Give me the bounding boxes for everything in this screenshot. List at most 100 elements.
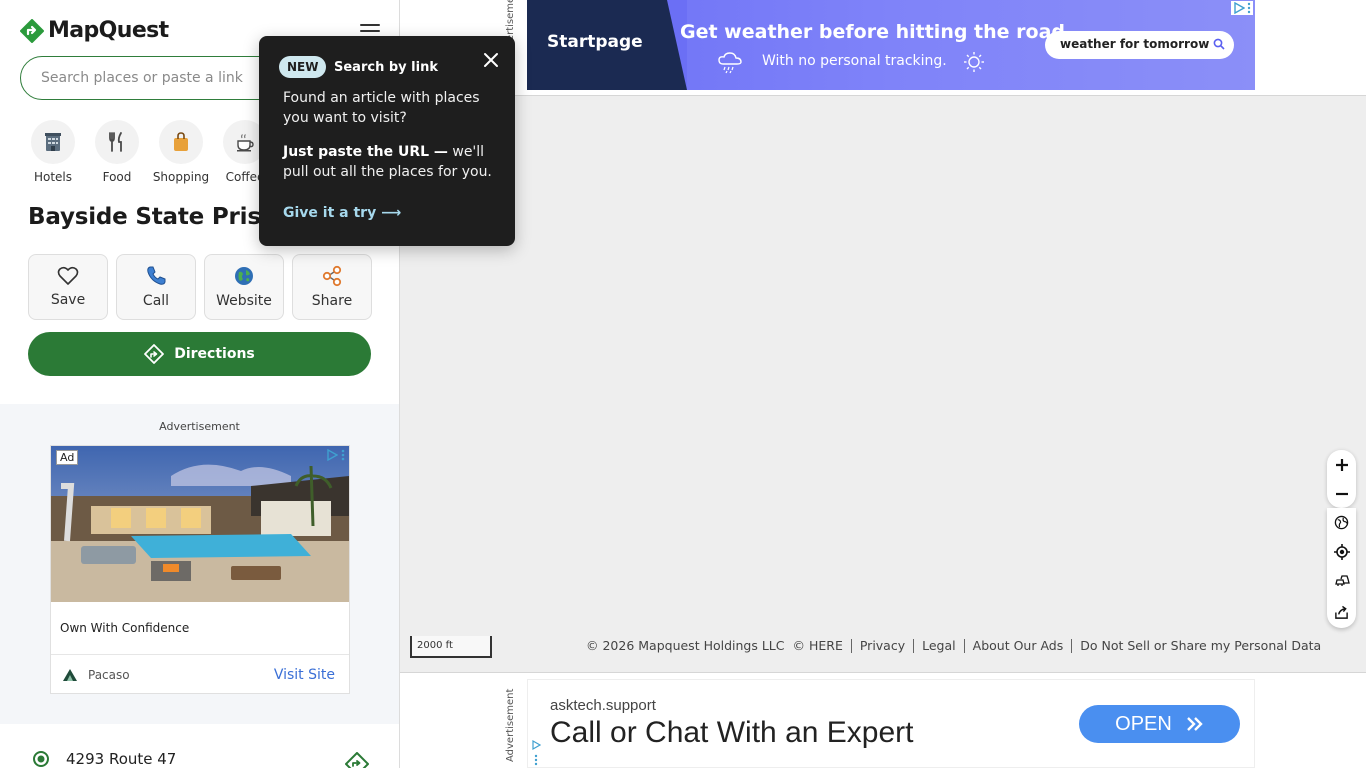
visit-site-link[interactable]: Visit Site xyxy=(274,667,335,683)
privacy-link[interactable]: Privacy xyxy=(860,638,905,653)
map-tools xyxy=(1327,508,1356,628)
pacaso-logo-icon xyxy=(63,669,77,681)
open-label: OPEN xyxy=(1115,712,1172,735)
directions-label: Directions xyxy=(174,346,255,362)
heart-icon xyxy=(57,266,79,285)
ad-choices[interactable] xyxy=(326,449,345,461)
banner-search-text: weather for tomorrow xyxy=(1060,37,1210,51)
address-text: 4293 Route 47 xyxy=(66,750,177,768)
startpage-banner-ad[interactable]: Startpage Get weather before hitting the… xyxy=(527,0,1255,90)
fork-knife-icon xyxy=(109,132,122,152)
scale-label: 2000 ft xyxy=(417,640,453,651)
sidebar-advertisement: Advertisement Ad Own With Confidence Pac… xyxy=(0,404,399,724)
globe-icon xyxy=(1334,515,1349,530)
banner-subtext: With no personal tracking. xyxy=(762,53,947,69)
ad-image[interactable]: Ad xyxy=(51,446,349,602)
ad-headline[interactable]: Own With Confidence xyxy=(60,621,189,635)
logo-text: MapQuest xyxy=(48,18,169,43)
ad-headline: Call or Chat With an Expert xyxy=(550,716,914,749)
here-credit: © HERE xyxy=(792,638,843,653)
place-actions: Save Call Website Share xyxy=(28,254,372,320)
call-label: Call xyxy=(142,293,170,309)
share-icon xyxy=(322,265,342,287)
directions-icon xyxy=(144,344,165,364)
zoom-controls xyxy=(1327,450,1356,508)
zoom-out-icon xyxy=(1335,492,1348,495)
website-button[interactable]: Website xyxy=(204,254,284,320)
divider xyxy=(51,654,349,655)
category-label: Hotels xyxy=(33,170,73,184)
close-icon[interactable] xyxy=(481,50,501,70)
zoom-in-button[interactable] xyxy=(1327,450,1356,479)
banner-headline: Get weather before hitting the road. xyxy=(680,21,1073,43)
startpage-logo: Startpage xyxy=(547,32,643,52)
more-options-icon xyxy=(341,449,345,461)
zoom-out-button[interactable] xyxy=(1327,479,1356,508)
logo-arrow-icon xyxy=(20,18,44,43)
directions-button[interactable]: Directions xyxy=(28,332,371,376)
locate-me-button[interactable] xyxy=(1327,537,1356,567)
bottom-ad-side-label: Advertisement xyxy=(505,688,516,762)
website-label: Website xyxy=(216,293,272,309)
divider xyxy=(963,638,965,653)
traffic-icon xyxy=(1334,575,1350,586)
about-ads-link[interactable]: About Our Ads xyxy=(973,638,1064,653)
location-pin-icon xyxy=(33,751,49,767)
call-button[interactable]: Call xyxy=(116,254,196,320)
share-map-button[interactable] xyxy=(1327,597,1356,627)
category-shopping[interactable]: Shopping xyxy=(152,120,210,184)
address-directions-icon[interactable] xyxy=(345,752,369,768)
popover-body-2: Just paste the URL — we'll pull out all … xyxy=(283,142,498,182)
save-button[interactable]: Save xyxy=(28,254,108,320)
ad-domain: asktech.support xyxy=(550,697,656,714)
popover-body: Found an article with places you want to… xyxy=(283,90,480,126)
locate-icon xyxy=(1333,544,1350,560)
popover-body-bold: Just paste the URL — xyxy=(283,144,448,160)
adchoices-icon xyxy=(327,449,338,461)
save-label: Save xyxy=(50,292,86,308)
sun-icon xyxy=(964,52,984,72)
adchoices-icon[interactable] xyxy=(531,740,541,766)
divider xyxy=(850,638,852,653)
hotel-icon xyxy=(45,133,61,151)
category-bar: Hotels Food Shopping Coffee xyxy=(24,120,274,184)
zoom-in-icon xyxy=(1335,458,1348,471)
globe-icon xyxy=(235,267,253,285)
shopping-bag-icon xyxy=(174,132,188,151)
ad-brand: Pacaso xyxy=(88,668,130,682)
coffee-cup-icon xyxy=(237,134,254,152)
map-footer: © 2026 Mapquest Holdings LLC © HERE Priv… xyxy=(586,638,1321,653)
mapquest-logo[interactable]: MapQuest xyxy=(20,18,169,43)
ad-card[interactable]: Ad Own With Confidence Pacaso Visit Site xyxy=(50,445,350,694)
map-canvas[interactable] xyxy=(400,96,1366,672)
map-layers-button[interactable] xyxy=(1327,508,1356,537)
traffic-button[interactable] xyxy=(1327,567,1356,597)
category-food[interactable]: Food xyxy=(88,120,146,184)
share-map-icon xyxy=(1335,605,1348,619)
copyright-text: © 2026 Mapquest Holdings LLC xyxy=(586,638,785,653)
popover-title: Search by link xyxy=(334,60,438,75)
search-icon xyxy=(1213,38,1225,50)
adchoices-icon xyxy=(1234,2,1245,14)
give-it-a-try-link[interactable]: Give it a try ⟶ xyxy=(283,205,401,221)
divider xyxy=(913,638,915,653)
banner-search-field[interactable]: weather for tomorrow xyxy=(1045,31,1234,59)
share-button[interactable]: Share xyxy=(292,254,372,320)
divider xyxy=(1071,638,1073,653)
share-label: Share xyxy=(311,293,353,309)
legal-link[interactable]: Legal xyxy=(922,638,956,653)
new-badge: NEW xyxy=(279,56,327,78)
open-button[interactable]: OPEN xyxy=(1079,705,1240,743)
do-not-sell-link[interactable]: Do Not Sell or Share my Personal Data xyxy=(1080,638,1321,653)
address-row: 4293 Route 47 xyxy=(32,750,176,768)
place-title: Bayside State Prison xyxy=(28,204,293,230)
map-scale: 2000 ft xyxy=(410,636,492,658)
ad-choices[interactable] xyxy=(1231,1,1253,15)
category-hotels[interactable]: Hotels xyxy=(24,120,82,184)
luxury-home-pool-image xyxy=(51,446,349,602)
asktech-banner-ad[interactable]: asktech.support Call or Chat With an Exp… xyxy=(527,679,1255,768)
phone-icon xyxy=(147,266,166,285)
search-by-link-popover: NEW Search by link Found an article with… xyxy=(259,36,515,246)
category-label: Food xyxy=(102,170,132,184)
double-chevron-right-icon xyxy=(1186,717,1203,731)
